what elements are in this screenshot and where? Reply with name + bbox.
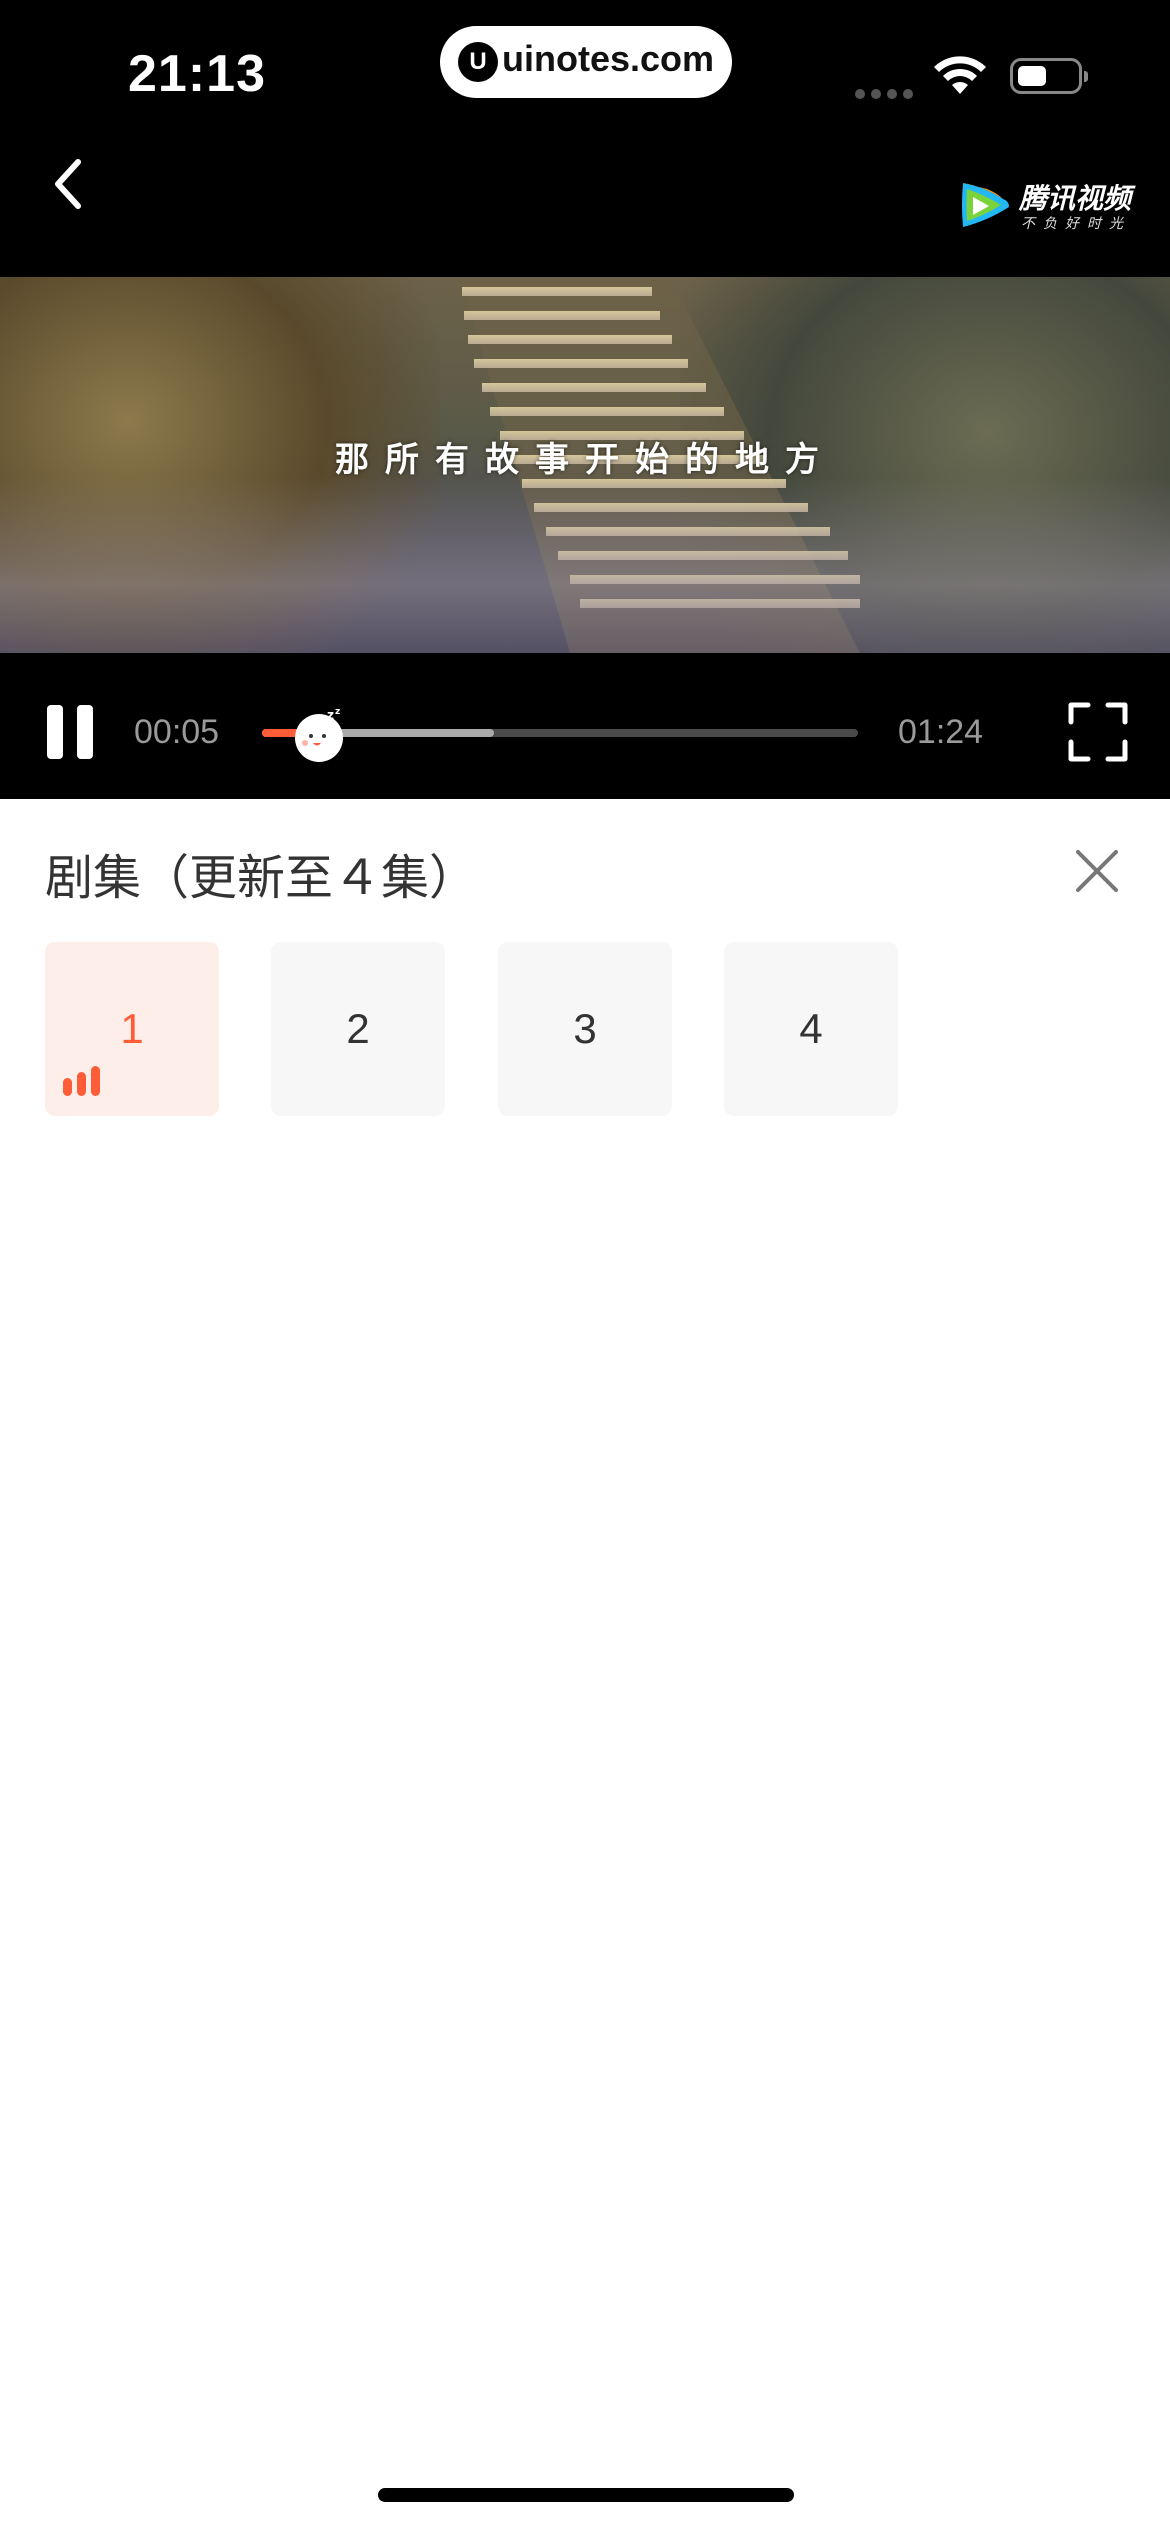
episode-item-2[interactable]: 2 (271, 942, 445, 1116)
tencent-brand-text: 腾讯视频 (1019, 182, 1132, 215)
video-subtitle: 那所有故事开始的地方 (335, 440, 835, 480)
back-icon[interactable] (44, 148, 94, 220)
current-time: 00:05 (134, 713, 220, 751)
episode-label: 4 (799, 1005, 823, 1052)
episode-label: 2 (346, 1005, 370, 1052)
episode-item-4[interactable]: 4 (724, 942, 898, 1116)
player-controls: 00:05 z z 01:24 (0, 653, 1170, 799)
battery-icon (1010, 58, 1088, 94)
home-indicator[interactable] (378, 2488, 794, 2502)
uinotes-logo-icon: U (458, 42, 498, 82)
tencent-video-logo: 腾讯视频 不负好时光 (957, 175, 1137, 235)
svg-text:z: z (327, 708, 334, 722)
episode-label: 3 (573, 1005, 597, 1052)
total-time: 01:24 (898, 713, 984, 751)
url-text: uinotes.com (502, 38, 715, 79)
status-time: 21:13 (128, 45, 266, 103)
video-frame[interactable]: 那所有故事开始的地方 (0, 277, 1170, 653)
url-pill: U uinotes.com (440, 26, 732, 98)
fullscreen-icon[interactable] (1068, 702, 1128, 762)
cellular-signal-icon (855, 84, 919, 103)
episode-item-1[interactable]: 1 (45, 942, 219, 1116)
svg-text:z: z (335, 707, 340, 717)
pause-icon[interactable] (47, 705, 95, 759)
progress-thumb-icon[interactable]: z z (291, 707, 347, 763)
progress-bar[interactable] (262, 729, 858, 737)
playing-bars-icon (63, 1066, 103, 1096)
tencent-slogan-text: 不负好时光 (1021, 216, 1131, 232)
close-icon[interactable] (1074, 848, 1120, 894)
episodes-panel-title: 剧集（更新至４集） (45, 850, 478, 906)
episode-item-3[interactable]: 3 (498, 942, 672, 1116)
episode-label: 1 (120, 1005, 144, 1052)
wifi-icon (934, 56, 986, 94)
